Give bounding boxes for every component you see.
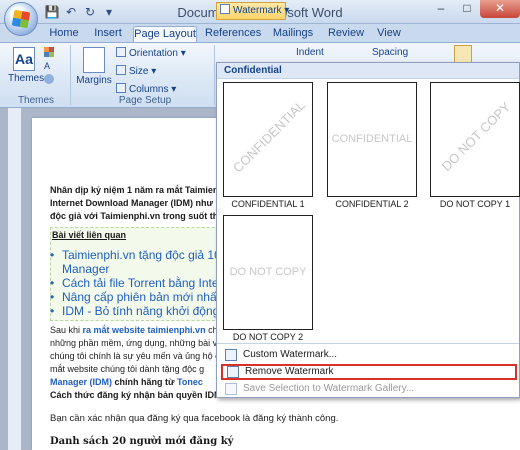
margins-label: Margins [76, 75, 112, 86]
watermark-text: CONFIDENTIAL [331, 133, 413, 145]
related-link[interactable]: Taimienphi.vn tặng độc giả 100 [50, 248, 232, 262]
related-heading: Bài viết liên quan [52, 230, 127, 240]
watermark-icon [220, 4, 230, 14]
office-button[interactable] [4, 2, 38, 36]
window-controls: – □ ✕ [428, 0, 520, 18]
watermark-text: CONFIDENTIAL [229, 97, 309, 176]
tab-view[interactable]: View [372, 26, 406, 42]
themes-label: Themes [8, 73, 45, 84]
spacing-label: Spacing [372, 47, 409, 58]
para2-text: Sau khi [50, 325, 83, 335]
theme-options: A [44, 47, 56, 84]
tab-review[interactable]: Review [326, 26, 366, 42]
tab-references[interactable]: References [205, 26, 261, 42]
columns-label: Columns [129, 84, 169, 95]
related-link[interactable]: IDM - Bỏ tính năng khởi động c [50, 304, 232, 318]
margins-button[interactable]: Margins [76, 47, 112, 86]
size-icon [116, 65, 126, 75]
para2-line2: những phần mềm, ứng dụng, những bài v [50, 338, 218, 348]
group-separator [70, 45, 71, 105]
maximize-button[interactable]: □ [454, 0, 480, 18]
para2-line6: Cách thức đăng ký nhận bản quyền IDM [50, 390, 222, 400]
watermark-thumb-do-not-copy-2[interactable]: DO NOT COPY [223, 215, 313, 330]
watermark-text: DO NOT COPY [438, 99, 514, 174]
para3: Bạn cần xác nhận qua đăng ký qua faceboo… [50, 413, 339, 424]
close-button[interactable]: ✕ [480, 0, 520, 18]
themes-icon: Aa [13, 47, 35, 71]
para2-line3: chúng tôi chính là sự yêu mến và ủng hộ … [50, 351, 220, 361]
size-button[interactable]: Size ▾ [116, 65, 156, 77]
size-label: Size [129, 66, 149, 77]
thumb-label: DO NOT COPY 1 [439, 199, 511, 209]
page-setup-group-label: Page Setup [118, 95, 172, 106]
tonec-link[interactable]: Tonec [177, 377, 203, 387]
columns-button[interactable]: Columns ▾ [116, 83, 176, 95]
watermark-thumb-confidential-1[interactable]: CONFIDENTIAL [223, 82, 313, 197]
orientation-icon [116, 47, 126, 57]
watermark-thumb-do-not-copy-1[interactable]: DO NOT COPY [430, 82, 520, 197]
tab-page-layout[interactable]: Page Layout [133, 26, 197, 42]
save-selection-gallery-item: Save Selection to Watermark Gallery... [221, 381, 517, 397]
related-link[interactable]: Cách tải file Torrent bằng Intern [50, 276, 232, 290]
vertical-ruler [8, 108, 22, 450]
watermark-thumb-confidential-2[interactable]: CONFIDENTIAL [327, 82, 417, 197]
save-selection-label: Save Selection to Watermark Gallery... [243, 383, 415, 394]
para2-line4: mắt website chúng tôi dành tặng độc g [50, 364, 205, 374]
custom-watermark-item[interactable]: Custom Watermark... [221, 347, 517, 363]
menu-separator [217, 343, 519, 344]
custom-watermark-label: Custom Watermark... [243, 349, 338, 360]
para1-line2: Internet Download Manager (IDM) như m [50, 198, 224, 208]
themes-button[interactable]: Aa Themes [8, 47, 44, 84]
clipboard-icon [454, 45, 472, 63]
office-logo-icon [11, 9, 31, 29]
gallery-header: Confidential [217, 63, 519, 79]
para2-text: chính hãng từ [112, 377, 178, 387]
theme-fonts-icon[interactable]: A [44, 61, 54, 71]
para1-line3: độc giả với Taimienphi.vn trong suốt th [50, 211, 219, 221]
group-separator [214, 45, 215, 105]
list-heading: Danh sách 20 người mới đăng ký [50, 436, 234, 447]
thumb-label: CONFIDENTIAL 1 [231, 199, 305, 209]
idm-link[interactable]: Manager (IDM) [50, 377, 112, 387]
remove-watermark-item[interactable]: Remove Watermark [221, 364, 517, 380]
thumb-label: CONFIDENTIAL 2 [335, 199, 409, 209]
save-selection-icon [225, 383, 237, 395]
columns-icon [116, 83, 126, 93]
para1-line1: Nhân dịp kỷ niệm 1 năm ra mắt Taimien [50, 185, 219, 195]
remove-watermark-label: Remove Watermark [245, 366, 334, 377]
orientation-label: Orientation [129, 48, 178, 59]
watermark-gallery: Confidential CONFIDENTIAL CONFIDENTIAL 1… [216, 62, 520, 398]
tab-mailings[interactable]: Mailings [268, 26, 318, 42]
related-link[interactable]: Nâng cấp phiên bản mới nhất c [50, 290, 232, 304]
tab-home[interactable]: Home [44, 26, 84, 42]
watermark-button[interactable]: Watermark ▾ [216, 2, 289, 20]
thumb-label: DO NOT COPY 2 [232, 332, 304, 342]
indent-label: Indent [296, 47, 324, 58]
tab-insert[interactable]: Insert [88, 26, 128, 42]
related-links-list: Taimienphi.vn tặng độc giả 100 Manager C… [50, 248, 232, 318]
theme-effects-icon[interactable] [44, 74, 54, 84]
related-link[interactable]: Manager [50, 262, 232, 276]
para2-line5: Manager (IDM) chính hãng từ Tonec [50, 376, 203, 389]
para2-line1: Sau khi ra mắt website taimienphi.vn chí [50, 324, 220, 337]
orientation-button[interactable]: Orientation ▾ [116, 47, 186, 59]
themes-group-label: Themes [17, 95, 55, 106]
custom-watermark-icon [225, 349, 237, 361]
remove-watermark-icon [227, 366, 239, 378]
minimize-button[interactable]: – [428, 0, 454, 18]
site-link[interactable]: ra mắt website taimienphi.vn [83, 325, 206, 335]
watermark-text: DO NOT COPY [229, 266, 307, 278]
margins-icon [83, 47, 105, 73]
theme-colors-icon[interactable] [44, 47, 54, 57]
watermark-label: Watermark [233, 5, 282, 16]
ribbon-tabs: Home Insert Page Layout References Maili… [0, 24, 520, 42]
